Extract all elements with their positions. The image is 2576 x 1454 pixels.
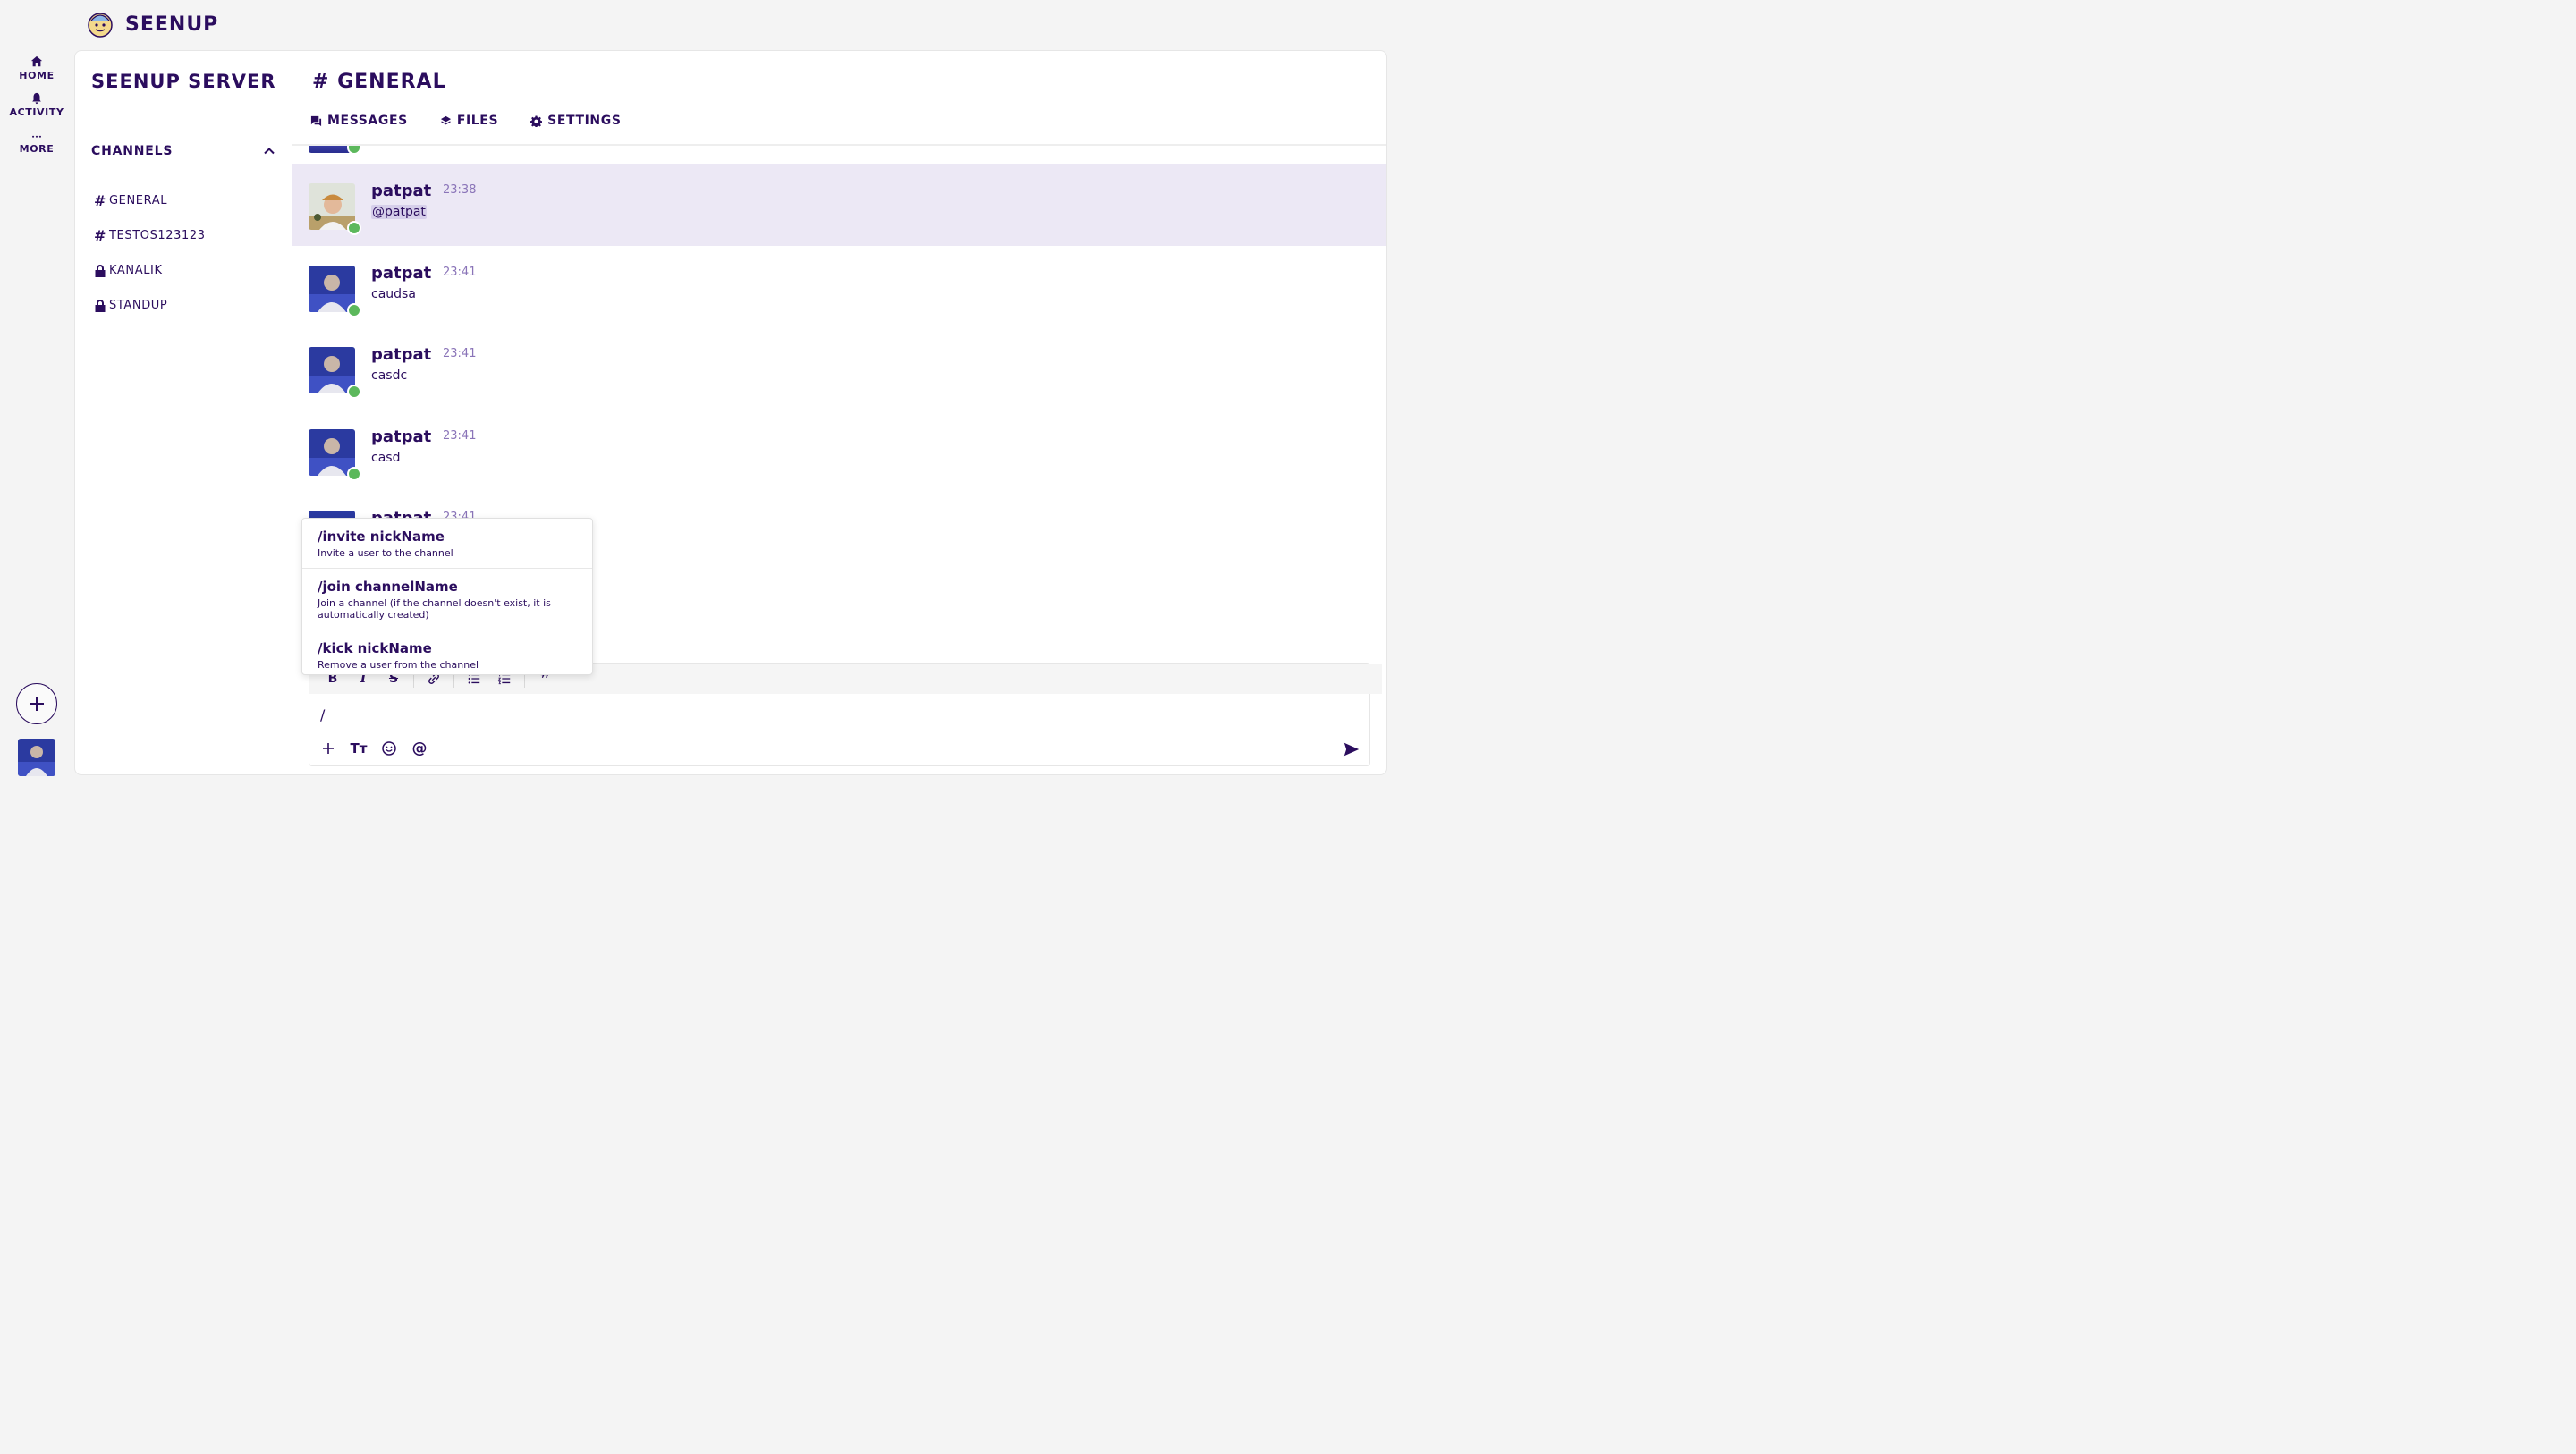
mention-icon[interactable]: @ [410,739,429,758]
current-user-avatar[interactable] [18,739,55,776]
message-time: 23:41 [443,428,477,443]
tab-label: FILES [456,114,499,128]
add-server-button[interactable] [16,683,57,724]
tab-label: SETTINGS [547,114,622,128]
chevron-up-icon[interactable] [263,145,275,157]
online-status-icon [347,146,361,155]
suggestion-kick[interactable]: /kick nickName Remove a user from the ch… [302,630,592,674]
message-icon [310,115,322,126]
message-time: 23:41 [443,347,477,360]
rail-item-label: MORE [19,143,55,155]
user-photo-icon [18,739,55,776]
channel-label: TESTOS123123 [109,229,206,242]
tab-files[interactable]: FILES [440,114,498,128]
message-text: casdc [371,368,408,383]
left-rail: HOME ACTIVITY MORE [0,50,73,791]
message-composer: B I S ❞ / Tт @ [309,663,1382,766]
message-item[interactable]: patpat 23:41 [292,491,1386,521]
server-title: SEENUP SERVER [91,71,276,92]
channel-list: # GENERAL # TESTOS123123 KANALIK STANDUP [93,183,206,323]
channel-tabs: MESSAGES FILES SETTINGS [310,114,622,128]
message-item[interactable]: patpat 23:41 casdc [292,327,1386,410]
rail-item-more[interactable]: MORE [0,129,73,155]
rail-item-label: HOME [19,70,55,81]
lock-icon [93,299,107,313]
suggestion-description: Invite a user to the channel [318,547,453,559]
home-icon [30,55,43,67]
message-partial-top [292,146,1386,164]
gear-icon [530,114,543,127]
tab-settings[interactable]: SETTINGS [530,114,621,128]
hash-icon: # [93,227,106,244]
message-author[interactable]: patpat [371,427,431,446]
message-text: casd [371,450,401,465]
channels-header-label: CHANNELS [91,144,174,158]
channel-item-standup[interactable]: STANDUP [93,288,206,323]
rail-item-home[interactable]: HOME [0,55,73,81]
channel-item-testos123123[interactable]: # TESTOS123123 [93,218,206,253]
online-status-icon [347,302,361,317]
channel-label: STANDUP [109,299,168,312]
channel-main: # GENERAL MESSAGES FILES SETTINGS patpat… [292,51,1386,774]
message-time: 23:41 [443,265,477,279]
attach-plus-icon[interactable] [318,739,338,758]
message-item[interactable]: patpat 23:41 caudsa [292,246,1386,328]
channels-header[interactable]: CHANNELS [91,144,275,158]
channel-label: GENERAL [109,194,168,207]
online-status-icon [347,466,361,481]
ellipsis-icon [32,135,41,138]
channel-label: KANALIK [109,264,163,277]
channel-sidebar: SEENUP SERVER CHANNELS # GENERAL # TESTO… [75,51,292,774]
channel-title: # GENERAL [312,71,446,93]
suggestion-command: /join channelName [318,579,458,595]
composer-tools: Tт @ [318,739,429,758]
hash-icon: # [312,71,338,93]
message-input[interactable]: / [320,706,325,723]
tab-label: MESSAGES [327,114,408,128]
suggestion-description: Join a channel (if the channel doesn't e… [318,597,551,621]
command-suggestions: /invite nickName Invite a user to the ch… [301,518,593,675]
suggestion-join[interactable]: /join channelName Join a channel (if the… [302,569,592,630]
message-author[interactable]: patpat [371,182,431,200]
channel-item-general[interactable]: # GENERAL [93,183,206,218]
bell-icon [32,92,41,105]
message-author[interactable]: patpat [371,264,431,283]
message-author[interactable]: patpat [371,345,431,364]
layers-icon [440,115,451,124]
rail-item-activity[interactable]: ACTIVITY [0,92,73,118]
message-item[interactable]: patpat 23:41 casd [292,410,1386,492]
message-time: 23:38 [443,183,477,197]
channel-title-text: GENERAL [337,71,446,93]
emoji-icon[interactable] [379,739,399,758]
channel-item-kanalik[interactable]: KANALIK [93,253,206,288]
send-button[interactable] [1343,740,1362,760]
seenup-logo-icon [88,13,113,38]
online-status-icon [347,221,361,235]
plus-icon [30,697,44,711]
send-icon [1343,742,1360,757]
online-status-icon [347,385,361,399]
text-format-icon[interactable]: Tт [349,739,369,758]
message-item[interactable]: patpat 23:38 @patpat [292,164,1386,246]
lock-icon [93,264,107,278]
hash-icon: # [93,192,106,209]
suggestion-command: /kick nickName [318,640,432,656]
suggestion-description: Remove a user from the channel [318,659,479,671]
suggestion-invite[interactable]: /invite nickName Invite a user to the ch… [302,519,592,569]
suggestion-command: /invite nickName [318,528,445,545]
rail-item-label: ACTIVITY [9,106,64,118]
tab-messages[interactable]: MESSAGES [310,114,408,128]
message-list: patpat 23:38 @patpat patpat 23:41 caudsa [292,146,1386,521]
app-brand-name: SEENUP [125,13,219,36]
top-bar: SEENUP [86,9,218,39]
message-text: caudsa [371,286,416,301]
app-root: SEENUP HOME ACTIVITY MORE SEENUP SERVER … [0,0,1402,791]
workspace-panel: SEENUP SERVER CHANNELS # GENERAL # TESTO… [74,50,1387,775]
message-mention[interactable]: @patpat [371,205,427,219]
